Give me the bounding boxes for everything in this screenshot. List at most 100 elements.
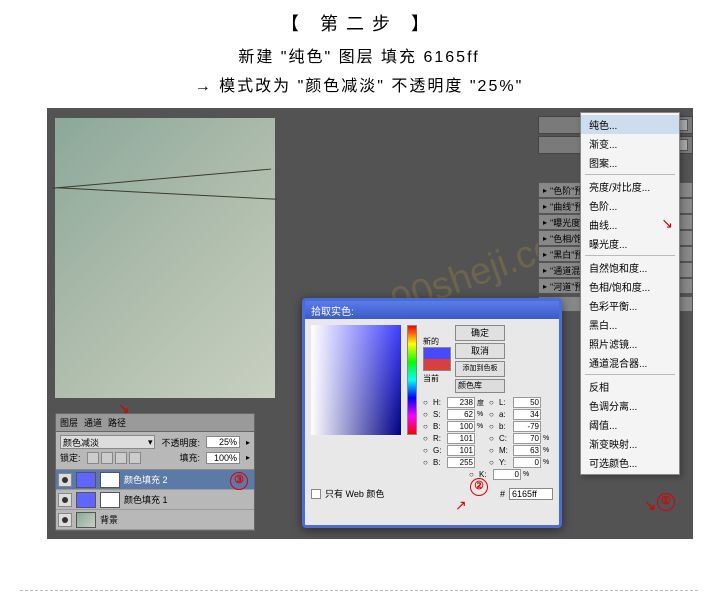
layer-row[interactable]: 颜色填充 2 [56, 470, 254, 490]
divider [20, 590, 698, 591]
visibility-eye-icon[interactable] [58, 493, 72, 507]
layer-mask-thumbnail[interactable] [100, 472, 120, 488]
annotation-1: ① [657, 493, 675, 511]
red-arrow-icon: ↘ [118, 400, 130, 417]
color-value-input[interactable]: 0 [513, 457, 541, 468]
cancel-button[interactable]: 取消 [455, 343, 505, 359]
menu-item[interactable]: 渐变映射... [581, 434, 679, 453]
opacity-label: 不透明度: [161, 436, 200, 449]
instruction-line-2: → 模式改为 "颜色减淡" 不透明度 "25%" [0, 73, 718, 102]
color-value-input[interactable]: 100 [447, 421, 475, 432]
layers-panel: 图层通道路径 颜色减淡▾ 不透明度: 25% ▸ 锁定: 填充: 100% ▸ [55, 413, 255, 531]
menu-item[interactable]: 反相 [581, 377, 679, 396]
menu-item[interactable]: 纯色... [581, 115, 679, 134]
menu-separator [585, 255, 675, 256]
hex-input[interactable]: 6165ff [509, 488, 553, 500]
layer-row[interactable]: 背景 [56, 510, 254, 530]
chevron-down-icon: ▾ [148, 437, 153, 448]
arrow-right-icon: ▸ [543, 282, 547, 291]
color-value-input[interactable]: 50 [513, 397, 541, 408]
layer-row[interactable]: 颜色填充 1 [56, 490, 254, 510]
arrow-right-icon: ▸ [543, 186, 547, 195]
menu-separator [585, 174, 675, 175]
color-value-input[interactable]: 34 [513, 409, 541, 420]
layer-thumbnail[interactable] [76, 512, 96, 528]
menu-item[interactable]: 曝光度... [581, 234, 679, 253]
menu-item[interactable]: 渐变... [581, 134, 679, 153]
red-arrow-icon: ↗ [455, 497, 467, 514]
menu-item[interactable]: 图案... [581, 153, 679, 172]
lock-transparency-icon[interactable] [87, 452, 99, 464]
color-swatch [423, 347, 451, 371]
fill-input[interactable]: 100% [206, 452, 240, 464]
menu-item[interactable]: 通道混合器... [581, 353, 679, 372]
current-swatch-label: 当前 [423, 373, 451, 384]
menu-item[interactable]: 色调分离... [581, 396, 679, 415]
new-swatch-label: 新的 [423, 336, 451, 347]
color-value-input[interactable]: 101 [447, 445, 475, 456]
menu-item[interactable]: 亮度/对比度... [581, 177, 679, 196]
panel-tab[interactable]: 图层 [60, 416, 78, 429]
color-value-input[interactable]: 101 [447, 433, 475, 444]
lock-label: 锁定: [60, 451, 81, 464]
adjustment-layer-menu: 纯色...渐变...图案...亮度/对比度...色阶...曲线...曝光度...… [580, 112, 680, 475]
add-swatch-button[interactable]: 添加到色板 [455, 361, 505, 377]
instruction-line-1: 新建 "纯色" 图层 填充 6165ff [0, 44, 718, 73]
step-title: 【 第二步 】 [0, 10, 718, 36]
menu-item[interactable]: 自然饱和度... [581, 258, 679, 277]
menu-item[interactable]: 阈值... [581, 415, 679, 434]
wire-graphic [53, 187, 277, 278]
fill-label: 填充: [179, 451, 200, 464]
layers-panel-tabs: 图层通道路径 [56, 414, 254, 432]
menu-item[interactable]: 可选颜色... [581, 453, 679, 472]
color-value-input[interactable]: 0 [493, 469, 521, 480]
layer-mask-thumbnail[interactable] [100, 492, 120, 508]
red-arrow-icon: ↘ [644, 497, 656, 514]
menu-item[interactable]: 色彩平衡... [581, 296, 679, 315]
red-arrow-icon: ↘ [661, 215, 673, 232]
opacity-input[interactable]: 25% [206, 436, 240, 448]
menu-separator [585, 374, 675, 375]
layer-thumbnail[interactable] [76, 492, 96, 508]
arrow-right-icon: ▸ [543, 250, 547, 259]
layer-name: 背景 [100, 513, 118, 526]
lock-all-icon[interactable] [129, 452, 141, 464]
color-value-input[interactable]: 62 [447, 409, 475, 420]
color-value-input[interactable]: 70 [513, 433, 541, 444]
lock-pixels-icon[interactable] [101, 452, 113, 464]
menu-item[interactable]: 黑白... [581, 315, 679, 334]
panel-tab[interactable]: 通道 [84, 416, 102, 429]
menu-item[interactable]: 色阶... [581, 196, 679, 215]
hex-label: # [500, 489, 505, 499]
arrow-right-icon: ▸ [543, 218, 547, 227]
layer-thumbnail[interactable] [76, 472, 96, 488]
arrow-right-icon: ▸ [543, 266, 547, 275]
color-value-input[interactable]: 63 [513, 445, 541, 456]
blend-mode-select[interactable]: 颜色减淡▾ [60, 435, 155, 449]
layer-name: 颜色填充 1 [124, 493, 168, 506]
visibility-eye-icon[interactable] [58, 513, 72, 527]
arrow-right-icon: ▸ [543, 202, 547, 211]
annotation-2: ② [470, 478, 488, 496]
chevron-down-icon: ▸ [246, 453, 250, 462]
layer-name: 颜色填充 2 [124, 473, 168, 486]
menu-item[interactable]: 照片滤镜... [581, 334, 679, 353]
dialog-title: 拾取实色: [305, 301, 559, 319]
annotation-3: ③ [230, 472, 248, 490]
lock-position-icon[interactable] [115, 452, 127, 464]
chevron-down-icon: ▸ [246, 438, 250, 447]
color-value-input[interactable]: -79 [513, 421, 541, 432]
canvas-document[interactable] [55, 118, 275, 398]
arrow-right-icon: ▸ [543, 234, 547, 243]
color-value-input[interactable]: 238 [447, 397, 475, 408]
color-value-input[interactable]: 255 [447, 457, 475, 468]
menu-item[interactable]: 色相/饱和度... [581, 277, 679, 296]
visibility-eye-icon[interactable] [58, 473, 72, 487]
web-only-label: 只有 Web 颜色 [325, 487, 384, 500]
hue-slider[interactable] [407, 325, 417, 435]
ok-button[interactable]: 确定 [455, 325, 505, 341]
web-only-checkbox[interactable] [311, 489, 321, 499]
panel-tab[interactable]: 路径 [108, 416, 126, 429]
color-library-select[interactable]: 颜色库 [455, 379, 505, 393]
color-field[interactable] [311, 325, 401, 435]
